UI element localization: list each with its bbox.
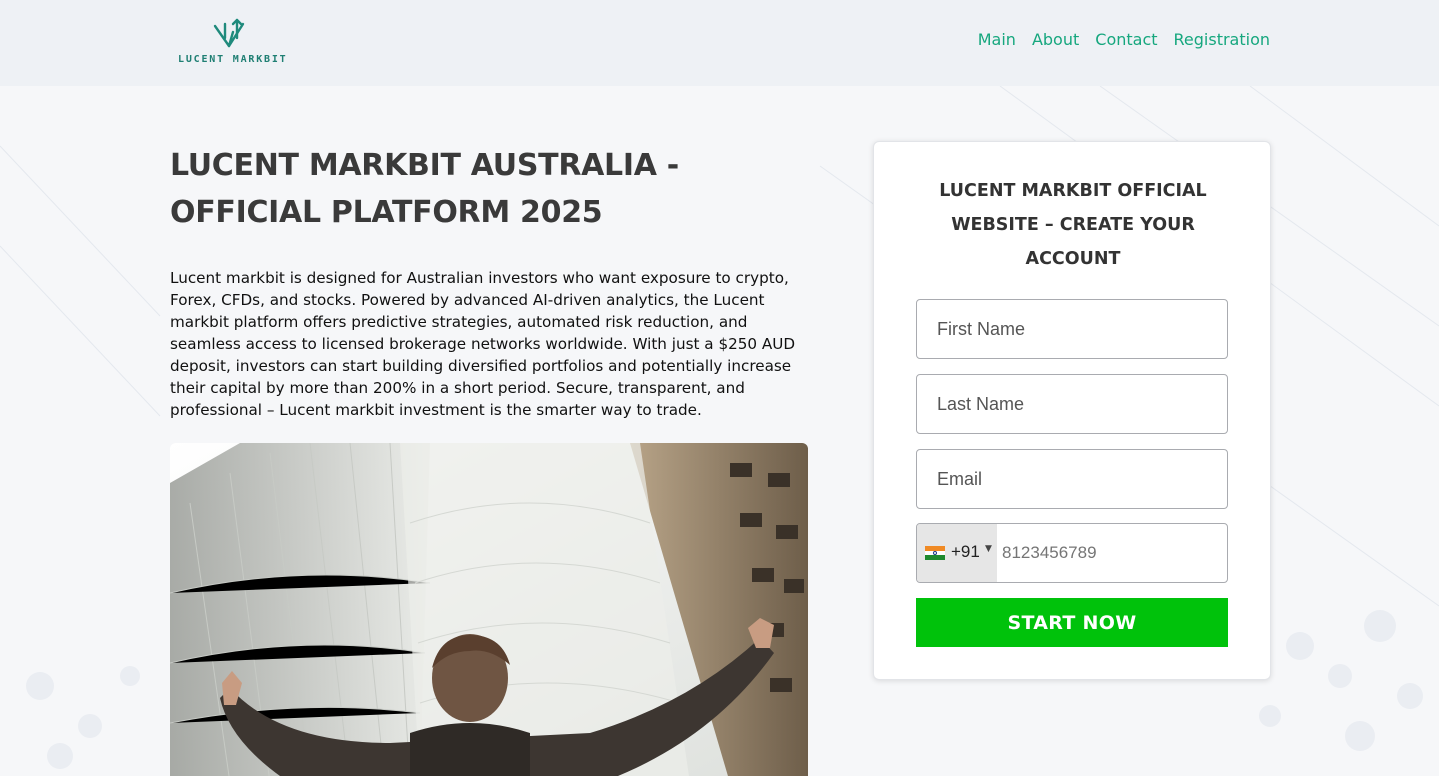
start-now-button[interactable]: START NOW [916,598,1228,647]
site-header: LUCENT MARKBIT Main About Contact Regist… [0,0,1439,86]
phone-input[interactable] [997,524,1227,582]
hero-image-businessman [170,443,808,776]
country-dial-code: +91 [951,542,980,561]
logo-text: LUCENT MARKBIT [178,54,288,65]
last-name-input[interactable] [916,374,1228,434]
phone-field: +91 ▼ [916,523,1228,583]
nav-link-about[interactable]: About [1032,30,1079,49]
page-title: LUCENT MARKBIT AUSTRALIA - OFFICIAL PLAT… [170,148,679,230]
nav-link-contact[interactable]: Contact [1095,30,1157,49]
email-input[interactable] [916,449,1228,509]
logo-chart-icon [213,18,245,48]
brand-logo[interactable]: LUCENT MARKBIT [178,18,288,70]
india-flag-icon [925,546,945,560]
first-name-input[interactable] [916,299,1228,359]
main-nav: Main About Contact Registration [978,30,1270,49]
registration-form-card: LUCENT MARKBIT OFFICIAL WEBSITE – CREATE… [873,141,1271,680]
country-code-selector[interactable]: +91 ▼ [917,524,997,582]
nav-link-registration[interactable]: Registration [1174,30,1270,49]
chevron-down-icon: ▼ [985,544,992,554]
hero-description: Lucent markbit is designed for Australia… [170,269,796,419]
form-title: LUCENT MARKBIT OFFICIAL WEBSITE – CREATE… [939,181,1207,269]
nav-link-main[interactable]: Main [978,30,1016,49]
